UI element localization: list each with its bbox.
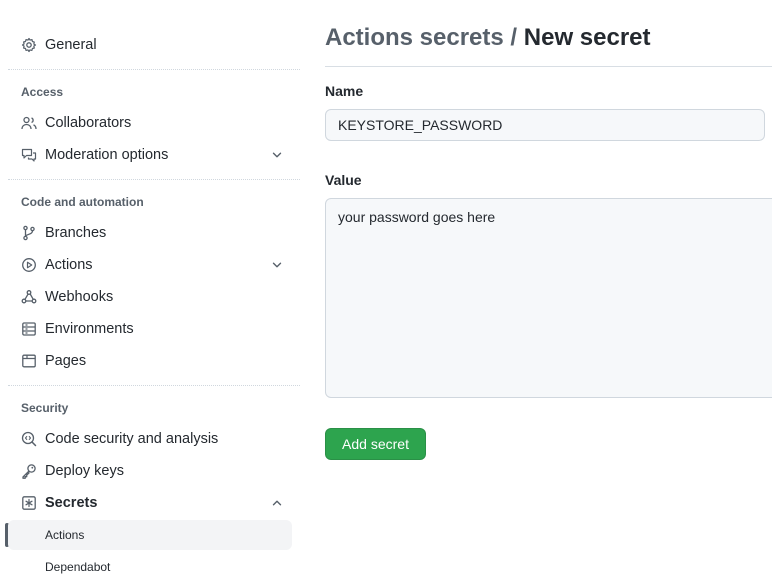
sidebar-item-environments[interactable]: Environments (8, 314, 292, 344)
chevron-up-icon[interactable] (270, 496, 284, 510)
sidebar-item-label: Collaborators (45, 115, 132, 131)
people-icon (21, 115, 37, 131)
sidebar-item-label: Environments (45, 321, 134, 337)
browser-icon (21, 353, 37, 369)
sidebar-item-branches[interactable]: Branches (8, 218, 292, 248)
sidebar-subitem-secrets-actions[interactable]: Actions (8, 520, 292, 550)
sidebar-item-actions[interactable]: Actions (8, 250, 292, 280)
main-content: Actions secrets / New secret Name Value … (325, 0, 772, 585)
comment-discussion-icon (21, 147, 37, 163)
section-heading-security: Security (21, 401, 69, 415)
settings-sidebar: General Access Collaborators Moderation … (0, 0, 300, 585)
codescan-icon (21, 431, 37, 447)
sidebar-item-collaborators[interactable]: Collaborators (8, 108, 292, 138)
sidebar-item-webhooks[interactable]: Webhooks (8, 282, 292, 312)
secret-name-input[interactable] (325, 109, 765, 141)
webhook-icon (21, 289, 37, 305)
sidebar-item-label: Pages (45, 353, 87, 369)
secret-value-textarea[interactable]: your password goes here (325, 198, 772, 398)
sidebar-subitem-label: Actions (45, 528, 85, 542)
sidebar-item-label: Actions (45, 257, 93, 273)
add-secret-button[interactable]: Add secret (325, 428, 426, 460)
name-label: Name (325, 83, 364, 99)
breadcrumb-actions-secrets[interactable]: Actions secrets (325, 24, 504, 51)
section-heading-access: Access (21, 85, 64, 99)
server-icon (21, 321, 37, 337)
sidebar-item-label: General (45, 37, 97, 53)
sidebar-item-label: Webhooks (45, 289, 114, 305)
sidebar-subitem-secrets-dependabot[interactable]: Dependabot (8, 552, 292, 582)
sidebar-item-deploy-keys[interactable]: Deploy keys (8, 456, 292, 486)
sidebar-item-general[interactable]: General (8, 30, 292, 60)
sidebar-item-label: Moderation options (45, 147, 169, 163)
sidebar-item-moderation-options[interactable]: Moderation options (8, 140, 292, 170)
page-title: Actions secrets / New secret (325, 24, 651, 52)
sidebar-item-label: Secrets (45, 495, 98, 511)
chevron-down-icon[interactable] (270, 258, 284, 272)
sidebar-item-pages[interactable]: Pages (8, 346, 292, 376)
gear-icon (21, 37, 37, 53)
sidebar-divider (8, 69, 300, 70)
page-title-current: New secret (523, 24, 651, 51)
asterisk-box-icon (21, 495, 37, 511)
play-circle-icon (21, 257, 37, 273)
value-label: Value (325, 172, 362, 188)
chevron-down-icon[interactable] (270, 148, 284, 162)
sidebar-subitem-label: Dependabot (45, 560, 111, 574)
sidebar-item-label: Code security and analysis (45, 431, 219, 447)
sidebar-item-secrets[interactable]: Secrets (8, 488, 292, 518)
key-icon (21, 463, 37, 479)
sidebar-item-code-security[interactable]: Code security and analysis (8, 424, 292, 454)
sidebar-divider (8, 385, 300, 386)
sidebar-divider (8, 179, 300, 180)
git-branch-icon (21, 225, 37, 241)
breadcrumb-separator: / (510, 24, 518, 51)
sidebar-item-label: Deploy keys (45, 463, 124, 479)
section-heading-code-automation: Code and automation (21, 195, 144, 209)
title-divider (325, 66, 772, 67)
sidebar-item-label: Branches (45, 225, 107, 241)
